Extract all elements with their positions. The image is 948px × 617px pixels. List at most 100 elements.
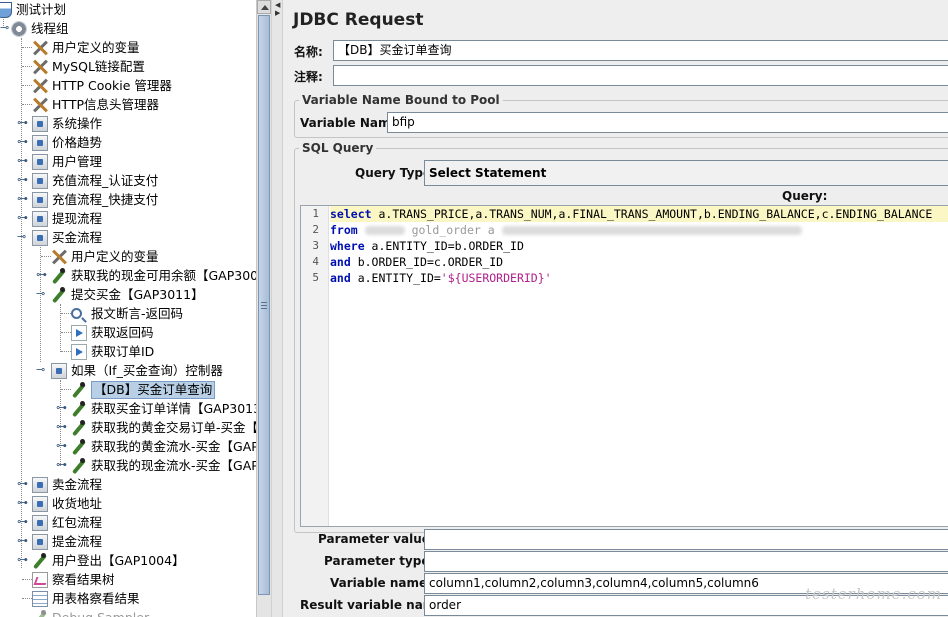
tree-item-extract-code[interactable]: 获取返回码 xyxy=(71,323,154,342)
tree-item-cash-flow[interactable]: 获取我的现金流水-买金【GAP xyxy=(71,456,256,475)
expand-toggle-icon[interactable]: ⊶ xyxy=(17,478,28,489)
code-line-5: and a.ENTITY_ID='${USERORDERID}' xyxy=(330,270,552,286)
comment-label: 注释: xyxy=(294,70,323,84)
tree-item-sell-gold[interactable]: 卖金流程 xyxy=(32,475,102,494)
tree-item-label: 用表格察看结果 xyxy=(52,591,140,606)
line-number: 2 xyxy=(312,223,319,236)
tree-item-label: 获取返回码 xyxy=(91,325,154,340)
expand-toggle-icon[interactable]: ⊶ xyxy=(17,212,28,223)
tree-item-extract-order-id[interactable]: 获取订单ID xyxy=(71,342,154,361)
tree-item-results-table[interactable]: 用表格察看结果 xyxy=(32,589,140,608)
tree-item-user-variables-2[interactable]: 用户定义的变量 xyxy=(51,247,159,266)
tree-item-header-manager[interactable]: HTTP信息头管理器 xyxy=(32,95,159,114)
expand-toggle-icon[interactable]: ⊶ xyxy=(17,136,28,147)
collapse-toggle-icon[interactable]: ⊸ xyxy=(17,231,26,242)
param-types-field[interactable] xyxy=(424,551,948,572)
split-right-arrow-icon[interactable]: ▶ xyxy=(275,10,280,17)
expand-toggle-icon[interactable]: ⊶ xyxy=(56,421,67,432)
collapse-toggle-icon[interactable]: ⊸ xyxy=(36,288,45,299)
tree-item-label: HTTP Cookie 管理器 xyxy=(52,78,172,93)
sampler-pipette-icon xyxy=(71,438,87,455)
expand-toggle-icon[interactable]: ⊶ xyxy=(56,402,67,413)
comment-field[interactable] xyxy=(333,65,948,86)
tree-item-recharge-quick[interactable]: 充值流程_快捷支付 xyxy=(32,190,158,209)
tree-item-label: 察看结果树 xyxy=(52,572,115,587)
tree-item-test-plan[interactable]: 测试计划 xyxy=(0,0,66,19)
tree-item-address[interactable]: 收货地址 xyxy=(32,494,102,513)
expand-toggle-icon[interactable]: ⊶ xyxy=(17,497,28,508)
tree-item-recharge-auth[interactable]: 充值流程_认证支付 xyxy=(32,171,158,190)
panel-title: JDBC Request xyxy=(293,10,424,30)
tree-item-label: MySQL链接配置 xyxy=(52,59,145,74)
collapse-toggle-icon[interactable]: ⊸ xyxy=(0,22,9,33)
sql-keyword: where xyxy=(330,239,365,253)
expand-toggle-icon[interactable]: ⊶ xyxy=(56,440,67,451)
tree-item-label: 用户定义的变量 xyxy=(71,249,159,264)
tree-item-db-query-selected[interactable]: 【DB】买金订单查询 xyxy=(71,380,216,399)
split-left-arrow-icon[interactable]: ◀ xyxy=(275,2,280,9)
expand-toggle-icon[interactable]: ⊶ xyxy=(17,117,28,128)
sql-string: '${USERORDERID}' xyxy=(440,271,552,285)
line-number-gutter: 1 2 3 4 5 xyxy=(301,206,329,526)
watermark: testerhome.com xyxy=(805,585,942,603)
test-plan-tree[interactable]: 测试计划 ⊸ 线程组 用户定义的变量 MySQL链接配置 HTTP Cookie… xyxy=(0,0,256,617)
tree-scrollbar[interactable] xyxy=(256,0,271,617)
controller-icon xyxy=(32,514,48,531)
tree-item-user-variables[interactable]: 用户定义的变量 xyxy=(32,38,140,57)
sampler-pipette-icon xyxy=(71,457,87,474)
sampler-pipette-icon xyxy=(71,419,87,436)
tree-item-debug-sampler[interactable]: Debug Sampler xyxy=(32,608,149,617)
expand-toggle-icon[interactable]: ⊶ xyxy=(17,535,28,546)
tree-item-thread-group[interactable]: 线程组 xyxy=(11,19,69,38)
param-values-field[interactable] xyxy=(424,529,948,550)
tree-item-get-cash-balance[interactable]: 获取我的现金可用余额【GAP3009 xyxy=(51,266,256,285)
tree-item-label: 获取我的现金可用余额【GAP3009 xyxy=(71,268,256,283)
sql-keyword: select xyxy=(330,207,372,221)
tree-item-submit-buy[interactable]: 提交买金【GAP3011】 xyxy=(51,285,204,304)
tree-item-label: 买金流程 xyxy=(52,230,103,245)
sql-query-editor[interactable]: 1 2 3 4 5 select a.TRANS_PRICE,a.TRANS_N… xyxy=(300,205,948,527)
controller-icon xyxy=(32,115,48,132)
tree-item-cookie-manager[interactable]: HTTP Cookie 管理器 xyxy=(32,76,172,95)
config-wrench-icon xyxy=(51,249,67,265)
tree-item-user-mgmt[interactable]: 用户管理 xyxy=(32,152,102,171)
tree-item-price-trend[interactable]: 价格趋势 xyxy=(32,133,102,152)
tree-item-gold-flow[interactable]: 获取我的黄金流水-买金【GAP xyxy=(71,437,256,456)
tree-item-mysql-config[interactable]: MySQL链接配置 xyxy=(32,57,145,76)
tree-item-extract-gold[interactable]: 提金流程 xyxy=(32,532,102,551)
expand-toggle-icon[interactable]: ⊶ xyxy=(36,269,47,280)
expand-toggle-icon[interactable]: ⊶ xyxy=(17,516,28,527)
tree-item-label: 测试计划 xyxy=(16,2,67,17)
tree-item-red-packet[interactable]: 红包流程 xyxy=(32,513,102,532)
tree-item-withdraw[interactable]: 提现流程 xyxy=(32,209,102,228)
tree-item-buy-order-detail[interactable]: 获取买金订单详情【GAP3013 xyxy=(71,399,256,418)
sql-text: gold_order a xyxy=(411,223,495,237)
expand-toggle-icon[interactable]: ⊶ xyxy=(17,155,28,166)
tree-item-gold-trade-order[interactable]: 获取我的黄金交易订单-买金【 xyxy=(71,418,256,437)
tree-item-assertion[interactable]: 报文断言-返回码 xyxy=(71,304,183,323)
expand-toggle-icon[interactable]: ⊶ xyxy=(17,174,28,185)
sampler-pipette-icon xyxy=(71,381,87,398)
scroll-up-arrow-icon[interactable] xyxy=(257,0,271,14)
pane-splitter[interactable]: ◀ ▶ xyxy=(271,0,283,617)
tree-item-label: 获取订单ID xyxy=(91,344,155,359)
sql-text: a.TRANS_PRICE,a.TRANS_NUM,a.FINAL_TRANS_… xyxy=(371,207,933,221)
expand-toggle-icon[interactable]: ⊶ xyxy=(56,459,67,470)
variable-name-field[interactable]: bfip xyxy=(387,112,948,133)
tree-item-system-ops[interactable]: 系统操作 xyxy=(32,114,102,133)
listener-chart-icon xyxy=(32,571,48,588)
tree-item-logout[interactable]: 用户登出【GAP1004】 xyxy=(32,551,185,570)
expand-toggle-icon[interactable]: ⊶ xyxy=(17,554,28,565)
tree-item-results-tree[interactable]: 察看结果树 xyxy=(32,570,115,589)
expand-toggle-icon[interactable]: ⊶ xyxy=(17,193,28,204)
redacted-blur xyxy=(501,226,802,235)
tree-item-buy-gold[interactable]: 买金流程 xyxy=(32,228,102,247)
code-line-1: select a.TRANS_PRICE,a.TRANS_NUM,a.FINAL… xyxy=(330,206,948,222)
collapse-toggle-icon[interactable]: ⊸ xyxy=(36,364,45,375)
name-field[interactable]: 【DB】买金订单查询 xyxy=(333,40,948,61)
tree-item-label: 收货地址 xyxy=(52,496,103,511)
tree-item-if-controller[interactable]: 如果（If_买金查询）控制器 xyxy=(51,361,223,380)
scrollbar-thumb[interactable] xyxy=(258,15,270,595)
tree-item-label: 【DB】买金订单查询 xyxy=(91,380,216,399)
query-type-select[interactable]: Select Statement xyxy=(424,160,948,186)
